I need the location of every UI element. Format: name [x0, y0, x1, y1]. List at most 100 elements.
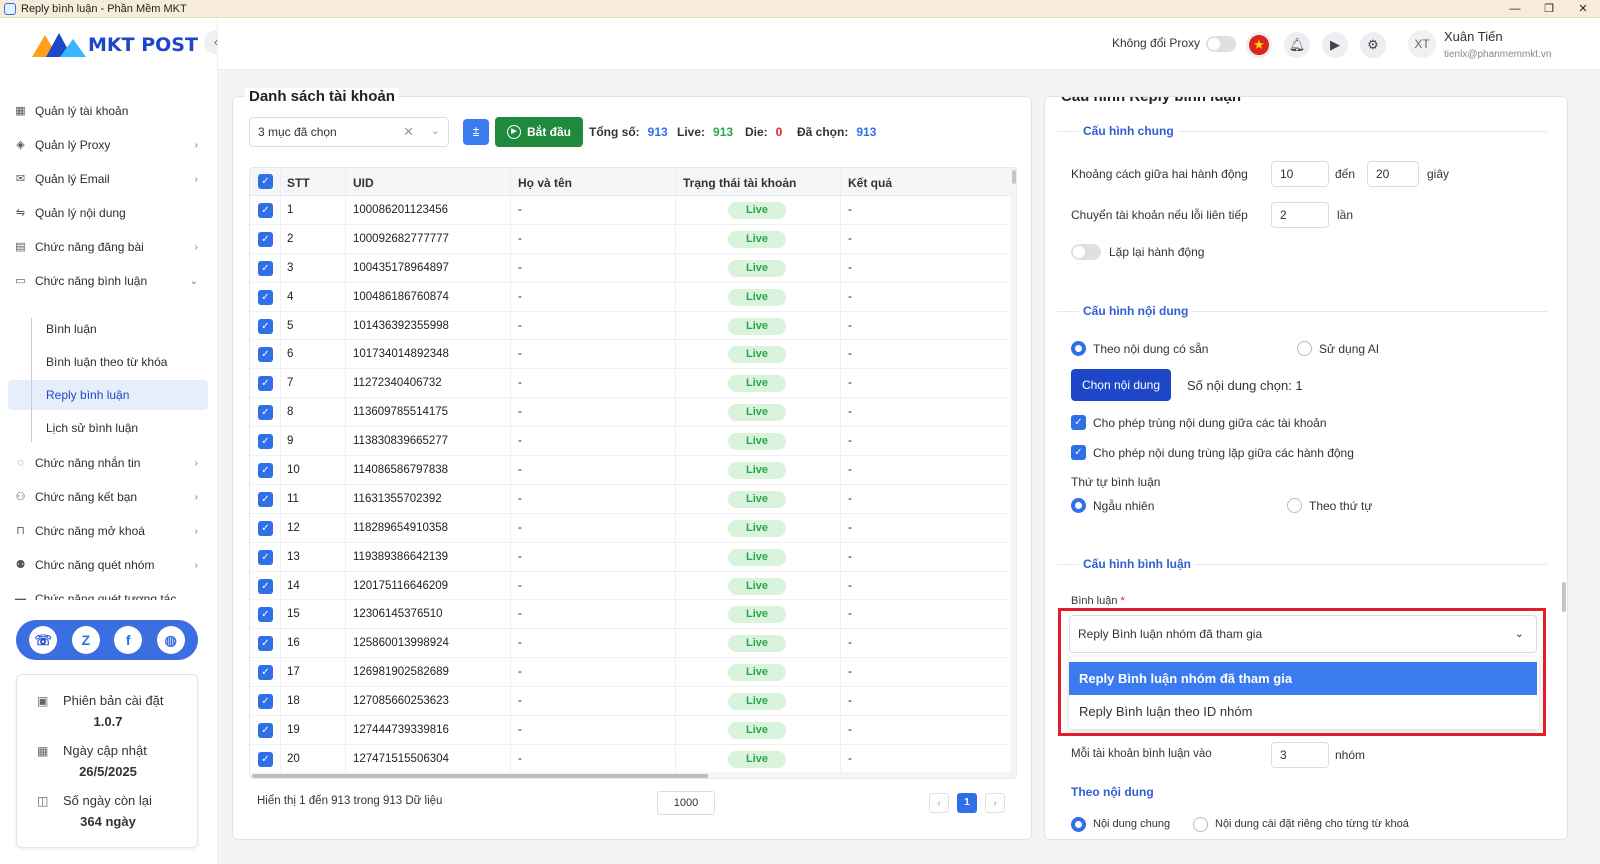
- globe-icon[interactable]: ◍: [156, 626, 185, 654]
- support-icon[interactable]: ☏: [29, 626, 58, 654]
- sidebar-item-email[interactable]: ✉ Quản lý Email ›: [14, 164, 208, 194]
- row-checkbox[interactable]: ✓: [258, 636, 273, 652]
- sidebar-subitem-comment-keyword[interactable]: Bình luận theo từ khóa: [46, 347, 167, 377]
- sidebar-item-comment[interactable]: ▭ Chức năng bình luận ⌄: [14, 266, 208, 296]
- row-stt: 14: [287, 579, 300, 592]
- row-checkbox[interactable]: ✓: [258, 318, 273, 334]
- maximize-button[interactable]: ❐: [1532, 0, 1566, 18]
- radio-available-content[interactable]: [1071, 341, 1086, 356]
- start-button[interactable]: ▶ Bắt đầu: [495, 117, 583, 147]
- row-checkbox[interactable]: ✓: [258, 520, 273, 536]
- switch-account-input[interactable]: 2: [1271, 202, 1329, 228]
- table-row[interactable]: ✓ 14 120175116646209 - Live -: [250, 572, 1010, 601]
- sidebar-subitem-comment-history[interactable]: Lịch sử bình luận: [46, 413, 138, 443]
- page-size-input[interactable]: 1000: [657, 791, 715, 815]
- table-row[interactable]: ✓ 13 119389386642139 - Live -: [250, 543, 1010, 572]
- table-row[interactable]: ✓ 17 126981902582689 - Live -: [250, 658, 1010, 688]
- per-account-label: Mỗi tài khoản bình luận vào: [1071, 748, 1212, 760]
- avatar[interactable]: XT: [1408, 30, 1436, 58]
- table-vertical-scrollbar[interactable]: [1010, 168, 1016, 778]
- table-row[interactable]: ✓ 7 11272340406732 - Live -: [250, 369, 1010, 399]
- minimize-button[interactable]: —: [1498, 0, 1532, 18]
- row-checkbox[interactable]: ✓: [258, 751, 273, 767]
- table-row[interactable]: ✓ 2 100092682777777 - Live -: [250, 225, 1010, 254]
- version-label: Phiên bản cài đặt: [63, 693, 164, 708]
- radio-ai[interactable]: [1297, 341, 1312, 356]
- table-row[interactable]: ✓ 6 101734014892348 - Live -: [250, 340, 1010, 370]
- play-icon[interactable]: ▶: [1322, 32, 1348, 58]
- row-checkbox[interactable]: ✓: [258, 289, 273, 305]
- radio-sequential[interactable]: [1287, 498, 1302, 513]
- clear-icon[interactable]: ✕: [403, 124, 414, 140]
- choose-content-button[interactable]: Chọn nội dung: [1071, 369, 1171, 401]
- proxy-toggle[interactable]: [1206, 36, 1236, 52]
- row-checkbox[interactable]: ✓: [258, 491, 273, 507]
- page-1-button[interactable]: 1: [957, 793, 977, 813]
- per-account-input[interactable]: 3: [1271, 742, 1329, 768]
- table-row[interactable]: ✓ 16 125860013998924 - Live -: [250, 629, 1010, 659]
- table-row[interactable]: ✓ 9 113830839665277 - Live -: [250, 427, 1010, 457]
- table-row[interactable]: ✓ 8 113609785514175 - Live -: [250, 398, 1010, 428]
- select-all-checkbox[interactable]: ✓: [258, 174, 273, 189]
- prev-page-button[interactable]: ‹: [929, 793, 949, 813]
- table-row[interactable]: ✓ 5 101436392355998 - Live -: [250, 312, 1010, 341]
- sidebar-item-scan-interaction[interactable]: ▬ Chức năng quét tương tác: [14, 584, 208, 600]
- delay-from-input[interactable]: 10: [1271, 161, 1329, 187]
- sidebar-item-add-friend[interactable]: ⚇ Chức năng kết bạn ›: [14, 482, 208, 512]
- bell-icon[interactable]: 🔔︎: [1284, 32, 1310, 58]
- sidebar-subitem-comment[interactable]: Bình luận: [46, 314, 97, 344]
- row-name: -: [518, 319, 522, 332]
- table-row[interactable]: ✓ 19 127444739339816 - Live -: [250, 716, 1010, 745]
- row-checkbox[interactable]: ✓: [258, 578, 273, 594]
- row-result: -: [848, 204, 852, 216]
- table-row[interactable]: ✓ 11 11631355702392 - Live -: [250, 485, 1010, 514]
- sidebar-item-proxy[interactable]: ◈ Quản lý Proxy ›: [14, 130, 208, 160]
- radio-common-content[interactable]: [1071, 817, 1086, 832]
- row-uid: 100086201123456: [353, 204, 449, 216]
- repeat-toggle[interactable]: [1071, 244, 1101, 260]
- table-row[interactable]: ✓ 20 127471515506304 - Live -: [250, 745, 1010, 774]
- row-checkbox[interactable]: ✓: [258, 607, 273, 623]
- table-row[interactable]: ✓ 12 118289654910358 - Live -: [250, 514, 1010, 543]
- table-row[interactable]: ✓ 18 127085660253623 - Live -: [250, 687, 1010, 717]
- row-checkbox[interactable]: ✓: [258, 549, 273, 565]
- filter-button[interactable]: ⩲: [463, 119, 489, 145]
- sidebar-item-scan-group[interactable]: ⚉ Chức năng quét nhóm ›: [14, 550, 208, 580]
- facebook-icon[interactable]: f: [114, 626, 143, 654]
- delay-to-input[interactable]: 20: [1367, 161, 1419, 187]
- radio-keyword-content[interactable]: [1193, 817, 1208, 832]
- sidebar-item-unlock[interactable]: ⊓ Chức năng mở khoá ›: [14, 516, 208, 546]
- row-checkbox[interactable]: ✓: [258, 694, 273, 710]
- account-select[interactable]: 3 mục đã chọn ✕ ⌄: [249, 117, 449, 147]
- row-checkbox[interactable]: ✓: [258, 347, 273, 363]
- sidebar-item-accounts[interactable]: ▦ Quản lý tài khoản: [14, 96, 208, 126]
- vietnam-flag-icon[interactable]: ★: [1246, 32, 1272, 58]
- row-checkbox[interactable]: ✓: [258, 463, 273, 479]
- row-checkbox[interactable]: ✓: [258, 231, 273, 247]
- close-button[interactable]: ✕: [1566, 0, 1600, 18]
- row-checkbox[interactable]: ✓: [258, 405, 273, 421]
- sidebar-item-content[interactable]: ⇋ Quản lý nội dung: [14, 198, 208, 228]
- row-checkbox[interactable]: ✓: [258, 376, 273, 392]
- zalo-icon[interactable]: Z: [71, 626, 100, 654]
- radio-random[interactable]: [1071, 498, 1086, 513]
- row-checkbox[interactable]: ✓: [258, 260, 273, 276]
- gear-icon[interactable]: ⚙: [1360, 32, 1386, 58]
- allow-duplicate-accounts-checkbox[interactable]: ✓: [1071, 415, 1086, 430]
- allow-duplicate-actions-checkbox[interactable]: ✓: [1071, 445, 1086, 460]
- row-checkbox[interactable]: ✓: [258, 665, 273, 681]
- sidebar-item-posting[interactable]: ▤ Chức năng đăng bài ›: [14, 232, 208, 262]
- sidebar-item-messaging[interactable]: ◌ Chức năng nhắn tin ›: [14, 448, 208, 478]
- row-checkbox[interactable]: ✓: [258, 203, 273, 218]
- table-horizontal-scrollbar[interactable]: [250, 772, 1010, 778]
- table-row[interactable]: ✓ 3 100435178964897 - Live -: [250, 254, 1010, 283]
- row-checkbox[interactable]: ✓: [258, 434, 273, 450]
- table-row[interactable]: ✓ 15 12306145376510 - Live -: [250, 600, 1010, 630]
- table-row[interactable]: ✓ 10 114086586797838 - Live -: [250, 456, 1010, 485]
- row-checkbox[interactable]: ✓: [258, 723, 273, 739]
- table-row[interactable]: ✓ 1 100086201123456 - Live -: [250, 196, 1010, 225]
- config-scrollbar[interactable]: [1560, 96, 1568, 840]
- next-page-button[interactable]: ›: [985, 793, 1005, 813]
- sidebar-subitem-reply-comment[interactable]: Reply bình luận: [8, 380, 208, 410]
- table-row[interactable]: ✓ 4 100486186760874 - Live -: [250, 283, 1010, 312]
